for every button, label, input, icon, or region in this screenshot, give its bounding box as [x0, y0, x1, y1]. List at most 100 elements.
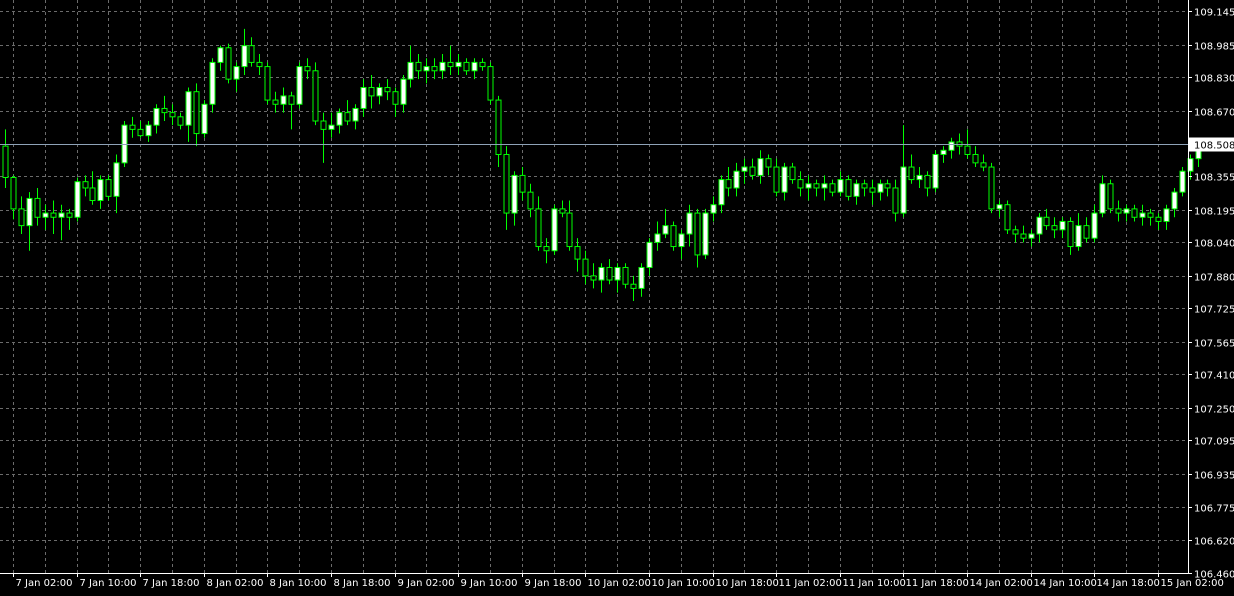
candle-body-bear	[535, 208, 542, 248]
price-chart[interactable]: 109.145 108.985 108.830 108.670 108.508 108.3…	[0, 0, 1234, 596]
candle[interactable]	[702, 208, 709, 260]
candle-body-bull	[821, 183, 828, 189]
candle-body-bear	[892, 187, 899, 214]
candle[interactable]	[845, 175, 852, 201]
current-price-tag: 108.508	[1189, 137, 1234, 152]
candle-body-bear	[256, 61, 263, 68]
candle[interactable]	[225, 43, 232, 84]
candle-body-bull	[741, 166, 748, 172]
candle-body-bull	[614, 266, 621, 281]
candle[interactable]	[105, 175, 112, 201]
candle-body-bear	[582, 258, 589, 277]
candle-body-bull	[662, 225, 669, 235]
candle-body-bull	[1179, 170, 1186, 193]
candle[interactable]	[988, 162, 995, 214]
candle-body-bear	[18, 208, 25, 227]
candle-body-bear	[10, 177, 17, 210]
candle-body-bear	[503, 153, 510, 214]
candle-body-bear	[320, 120, 327, 130]
candle-body-bear	[82, 181, 89, 189]
candle-body-bull	[407, 61, 414, 80]
candle-body-bear	[248, 45, 255, 63]
candle-body-bull	[1099, 183, 1106, 214]
candle-body-bull	[757, 158, 764, 176]
candle-body-bear	[813, 183, 820, 189]
y-tick-label: 108.670	[1194, 108, 1234, 119]
candle[interactable]	[74, 177, 81, 222]
candle[interactable]	[1179, 167, 1186, 197]
x-tick-label: 10 Jan 10:00	[652, 578, 715, 589]
candle[interactable]	[622, 263, 629, 289]
candle-body-bull	[26, 197, 33, 227]
candle[interactable]	[487, 62, 494, 105]
candle-body-bear	[105, 179, 112, 197]
candle-body-bear	[694, 212, 701, 256]
candle-body-bear	[829, 183, 836, 193]
candle[interactable]	[932, 150, 939, 193]
candle-body-bull	[58, 212, 65, 218]
candle-body-bull	[718, 179, 725, 206]
candle-body-bull	[996, 204, 1003, 210]
candle[interactable]	[296, 62, 303, 109]
candle-body-bear	[272, 99, 279, 105]
candle-body-bull	[74, 181, 81, 218]
y-tick-label: 107.565	[1194, 339, 1234, 350]
candle-body-bear	[773, 166, 780, 193]
candle-body-bull	[233, 66, 240, 80]
candle-body-bull	[511, 174, 518, 214]
candle-body-bear	[1043, 216, 1050, 227]
candle-body-bull	[97, 179, 104, 202]
candle[interactable]	[264, 62, 271, 105]
candle-body-bull	[241, 45, 248, 68]
candle-body-bear	[725, 179, 732, 189]
candle-body-bear	[988, 166, 995, 210]
candle-body-bull	[113, 162, 120, 197]
y-tick-label: 108.040	[1194, 239, 1234, 250]
y-tick-label: 107.410	[1194, 371, 1234, 382]
x-tick-label: 9 Jan 02:00	[398, 578, 455, 589]
candle-body-bear	[431, 66, 438, 72]
candle-body-bull	[877, 183, 884, 193]
candle[interactable]	[670, 221, 677, 251]
candle-body-bull	[654, 233, 661, 243]
candle[interactable]	[209, 58, 216, 113]
candle-body-bear	[630, 283, 637, 289]
candle-body-bull	[1036, 216, 1043, 235]
candle[interactable]	[312, 62, 319, 126]
candle-body-bear	[66, 212, 73, 218]
x-tick-label: 11 Jan 10:00	[843, 578, 906, 589]
candle-body-bull	[1163, 208, 1170, 222]
candle-body-bear	[845, 179, 852, 197]
candle[interactable]	[1004, 200, 1011, 234]
candle-body-bear	[1051, 225, 1058, 231]
x-tick-label: 7 Jan 02:00	[16, 578, 73, 589]
candle-body-bull	[201, 103, 208, 135]
candle-body-bear	[447, 61, 454, 68]
candle-body-bear	[964, 145, 971, 155]
candle-body-bear	[50, 212, 57, 218]
candle-body-bull	[1091, 212, 1098, 239]
candle[interactable]	[551, 204, 558, 255]
x-tick-label: 10 Jan 18:00	[716, 578, 779, 589]
candle-body-bear	[225, 47, 232, 80]
candle-body-bull	[145, 124, 152, 137]
candle[interactable]	[1107, 179, 1114, 214]
candle-body-bear	[1115, 208, 1122, 214]
candle-body-bull	[209, 61, 216, 105]
candle-body-bear	[1067, 220, 1074, 248]
candle-body-bear	[479, 61, 486, 68]
candle-body-bear	[487, 66, 494, 101]
candlestick-chart-svg[interactable]: 109.145 108.985 108.830 108.670 108.508 108.3…	[0, 0, 1234, 596]
x-tick-label: 9 Jan 10:00	[461, 578, 518, 589]
candle[interactable]	[201, 100, 208, 138]
candle-body-bear	[177, 116, 184, 126]
candle-body-bull	[400, 78, 407, 105]
candle-body-bear	[264, 66, 271, 101]
candle-body-bull	[423, 66, 430, 72]
y-tick-label: 106.775	[1194, 504, 1234, 515]
candle-body-bear	[288, 95, 295, 105]
candle-body-bear	[1083, 225, 1090, 239]
candle-body-bear	[463, 61, 470, 72]
candle-body-bear	[908, 166, 915, 181]
candle-body-bear	[749, 166, 756, 176]
